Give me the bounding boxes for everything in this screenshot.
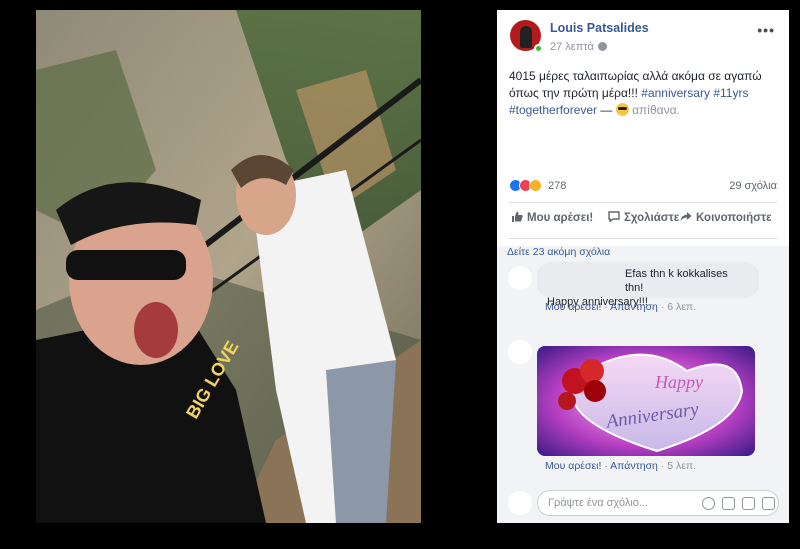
comment-reply-link[interactable]: Απάντηση xyxy=(610,460,658,472)
share-icon xyxy=(680,212,692,221)
divider xyxy=(509,202,777,203)
post-panel: Louis Patsalides 27 λεπτά ••• 4015 μέρες… xyxy=(497,10,789,523)
post-text: 4015 μέρες ταλαιπωρίας αλλά ακόμα σε αγα… xyxy=(509,68,779,119)
current-user-avatar xyxy=(508,491,532,515)
hashtag-11yrs[interactable]: #11yrs xyxy=(713,86,748,100)
haha-icon[interactable] xyxy=(529,179,542,192)
actions-bar: Μου αρέσει! Σχολιάστε Κοινοποιήστε xyxy=(509,206,777,230)
post-time[interactable]: 27 λεπτά xyxy=(550,41,594,53)
sticker-icon[interactable] xyxy=(762,497,775,510)
commenter-avatar[interactable] xyxy=(508,266,532,290)
hashtag-togetherforever[interactable]: #togetherforever xyxy=(509,103,597,117)
anniversary-heart-image: Happy Anniversary xyxy=(537,346,755,456)
meta-separator: · xyxy=(660,460,665,472)
comment-bubble: Efas thn k kokkalises thn! Happy anniver… xyxy=(537,262,759,308)
author-name[interactable]: Louis Patsalides xyxy=(550,21,649,35)
globe-icon xyxy=(597,42,607,51)
comment-button[interactable]: Σχολιάστε xyxy=(608,211,679,224)
reactions-summary: 278 29 σχόλια xyxy=(509,178,777,194)
post-timestamp[interactable]: 27 λεπτά xyxy=(550,41,607,53)
anniversary-sticker-image[interactable]: Happy Anniversary xyxy=(537,346,755,456)
comment-button-label: Σχολιάστε xyxy=(624,212,680,224)
view-more-comments-link[interactable]: Δείτε 23 ακόμη σχόλια xyxy=(507,246,610,258)
like-button-label: Μου αρέσει! xyxy=(527,212,594,224)
share-button-label: Κοινοποιήστε xyxy=(696,212,772,224)
comment-like-link[interactable]: Μου αρέσει! xyxy=(545,460,601,472)
comment-text-line-1: Efas thn k kokkalises thn! xyxy=(625,268,728,294)
comment-time[interactable]: 6 λεπ. xyxy=(667,301,696,313)
meta-separator: · xyxy=(604,460,608,472)
selfie-image: BIG LOVE xyxy=(36,10,421,523)
reactions-count[interactable]: 278 xyxy=(548,180,566,192)
camera-icon[interactable] xyxy=(722,497,735,510)
feeling-dash: — xyxy=(597,103,616,117)
sunglasses-emoji-icon xyxy=(615,103,629,116)
emoji-icon[interactable] xyxy=(702,497,715,510)
photo-viewer: BIG LOVE xyxy=(0,0,497,549)
thumbs-up-icon xyxy=(512,211,523,222)
post-photo[interactable]: BIG LOVE xyxy=(36,10,421,523)
post-header: Louis Patsalides 27 λεπτά ••• xyxy=(497,10,789,56)
more-options-icon[interactable]: ••• xyxy=(757,22,775,38)
comment-icon xyxy=(608,211,620,222)
share-button[interactable]: Κοινοποιήστε xyxy=(680,211,772,224)
comment-reply-link[interactable]: Απάντηση xyxy=(610,301,658,313)
divider xyxy=(509,238,777,239)
like-button[interactable]: Μου αρέσει! xyxy=(511,211,593,224)
meta-separator: · xyxy=(604,301,608,313)
comment-input[interactable] xyxy=(548,495,698,511)
comment-like-link[interactable]: Μου αρέσει! xyxy=(545,301,601,313)
commenter-avatar[interactable] xyxy=(508,340,532,364)
sticker-text-happy: Happy xyxy=(654,372,703,392)
comment-meta: Μου αρέσει! · Απάντηση · 5 λεπ. xyxy=(545,460,696,472)
gif-icon[interactable] xyxy=(742,497,755,510)
comment-meta: Μου αρέσει! · Απάντηση · 6 λεπ. xyxy=(545,301,696,313)
comment-time[interactable]: 5 λεπ. xyxy=(667,460,696,472)
comments-count[interactable]: 29 σχόλια xyxy=(729,180,777,192)
online-status-icon xyxy=(534,44,543,53)
feeling-text: απίθανα. xyxy=(632,103,680,117)
hashtag-anniversary[interactable]: #anniversary xyxy=(641,86,710,100)
comment-input-box xyxy=(537,490,779,516)
meta-separator: · xyxy=(660,301,665,313)
